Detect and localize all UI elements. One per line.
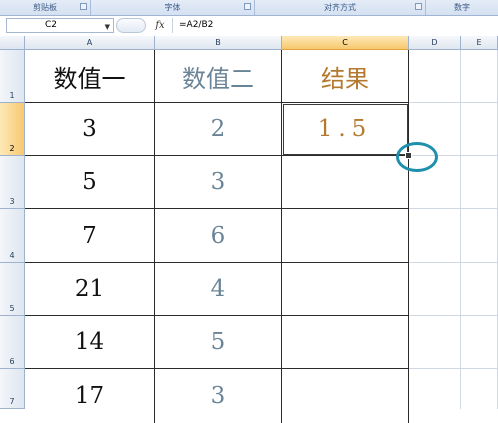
row-header-1[interactable]: 1 xyxy=(0,50,25,103)
highlight-circle-annotation xyxy=(396,142,438,172)
cell-e3[interactable] xyxy=(461,156,498,209)
cell-d5[interactable] xyxy=(409,263,461,316)
ribbon-group-label: 字体 xyxy=(164,3,181,12)
insert-function-icon[interactable]: fx xyxy=(151,18,169,33)
name-box[interactable]: C2 ▼ xyxy=(6,18,114,33)
cell-d7[interactable] xyxy=(409,369,461,409)
ribbon-group-number[interactable]: 数字 xyxy=(426,0,498,15)
cell-d6[interactable] xyxy=(409,316,461,369)
cell-c6[interactable] xyxy=(282,316,409,369)
row-header-3[interactable]: 3 xyxy=(0,156,25,209)
ribbon-group-label: 数字 xyxy=(454,3,470,12)
cell-e7[interactable] xyxy=(461,369,498,409)
cell-c7[interactable] xyxy=(282,369,409,423)
cell-e5[interactable] xyxy=(461,263,498,316)
cell-text: 数值二 xyxy=(182,64,254,93)
cell-d1[interactable] xyxy=(409,50,461,103)
row-header-7[interactable]: 7 xyxy=(0,369,25,409)
chevron-down-icon[interactable]: ▼ xyxy=(105,21,110,34)
cell-a2[interactable]: 3 xyxy=(25,103,155,156)
cell-c2-active[interactable]: 1.5 xyxy=(282,103,409,156)
select-all-corner[interactable] xyxy=(0,36,25,50)
column-header-e[interactable]: E xyxy=(461,36,498,50)
cell-text: 21 xyxy=(74,276,105,302)
dialog-launcher-icon[interactable] xyxy=(415,3,422,10)
ribbon-group-font[interactable]: 字体 xyxy=(91,0,255,15)
cell-text: 17 xyxy=(74,383,105,409)
cell-a1[interactable]: 数值一 xyxy=(25,50,155,103)
cell-d4[interactable] xyxy=(409,209,461,263)
column-header-c[interactable]: C xyxy=(282,36,409,50)
cell-text: 7 xyxy=(82,222,97,249)
cell-e2[interactable] xyxy=(461,103,498,156)
formula-input[interactable]: =A2/B2 xyxy=(172,18,498,33)
name-box-value: C2 xyxy=(45,20,58,30)
cell-b1[interactable]: 数值二 xyxy=(155,50,282,103)
cell-e4[interactable] xyxy=(461,209,498,263)
cell-c4[interactable] xyxy=(282,209,409,263)
cell-a4[interactable]: 7 xyxy=(25,209,155,263)
cell-text: 5 xyxy=(210,329,226,355)
cell-a5[interactable]: 21 xyxy=(25,263,155,316)
cell-a3[interactable]: 5 xyxy=(25,156,155,209)
cell-c5[interactable] xyxy=(282,263,409,316)
formula-bar: C2 ▼ fx =A2/B2 xyxy=(0,16,498,37)
dialog-launcher-icon[interactable] xyxy=(244,3,251,10)
cell-text: 5 xyxy=(82,169,97,195)
cell-b2[interactable]: 2 xyxy=(155,103,282,156)
cell-text: 4 xyxy=(210,276,226,302)
ribbon-group-strip: 剪贴板 字体 对齐方式 数字 xyxy=(0,0,498,16)
cell-b7[interactable]: 3 xyxy=(155,369,282,423)
column-header-a[interactable]: A xyxy=(25,36,155,50)
column-header-b[interactable]: B xyxy=(155,36,282,50)
cell-c1[interactable]: 结果 xyxy=(282,50,409,103)
ribbon-group-label: 对齐方式 xyxy=(324,3,356,12)
row-header-6[interactable]: 6 xyxy=(0,316,25,369)
cell-a6[interactable]: 14 xyxy=(25,316,155,369)
cell-e6[interactable] xyxy=(461,316,498,369)
ribbon-group-label: 剪贴板 xyxy=(33,3,57,12)
cell-text: 6 xyxy=(210,222,226,249)
cell-text: 数值一 xyxy=(53,64,126,93)
dialog-launcher-icon[interactable] xyxy=(80,3,87,10)
ribbon-group-clipboard[interactable]: 剪贴板 xyxy=(0,0,91,15)
cell-text: 3 xyxy=(210,169,226,195)
worksheet-grid[interactable]: A B C D E 1 2 3 4 5 6 7 数值一 数值二 结果 3 2 1… xyxy=(0,36,498,423)
column-header-d[interactable]: D xyxy=(409,36,461,50)
ribbon-group-alignment[interactable]: 对齐方式 xyxy=(255,0,426,15)
row-header-2[interactable]: 2 xyxy=(0,103,25,156)
cell-e1[interactable] xyxy=(461,50,498,103)
cell-c3[interactable] xyxy=(282,156,409,209)
cell-text: 3 xyxy=(82,116,97,142)
cell-text: 3 xyxy=(210,383,226,409)
cell-b3[interactable]: 3 xyxy=(155,156,282,209)
row-header-4[interactable]: 4 xyxy=(0,209,25,263)
cell-text: 2 xyxy=(210,116,226,142)
cell-text: 结果 xyxy=(321,64,369,93)
row-header-5[interactable]: 5 xyxy=(0,263,25,316)
cell-b6[interactable]: 5 xyxy=(155,316,282,369)
cell-text: 14 xyxy=(74,329,105,355)
cell-a7[interactable]: 17 xyxy=(25,369,155,423)
cell-b5[interactable]: 4 xyxy=(155,263,282,316)
formula-bar-resize-button[interactable] xyxy=(116,18,146,33)
cell-b4[interactable]: 6 xyxy=(155,209,282,263)
cell-text: 1.5 xyxy=(317,116,373,142)
